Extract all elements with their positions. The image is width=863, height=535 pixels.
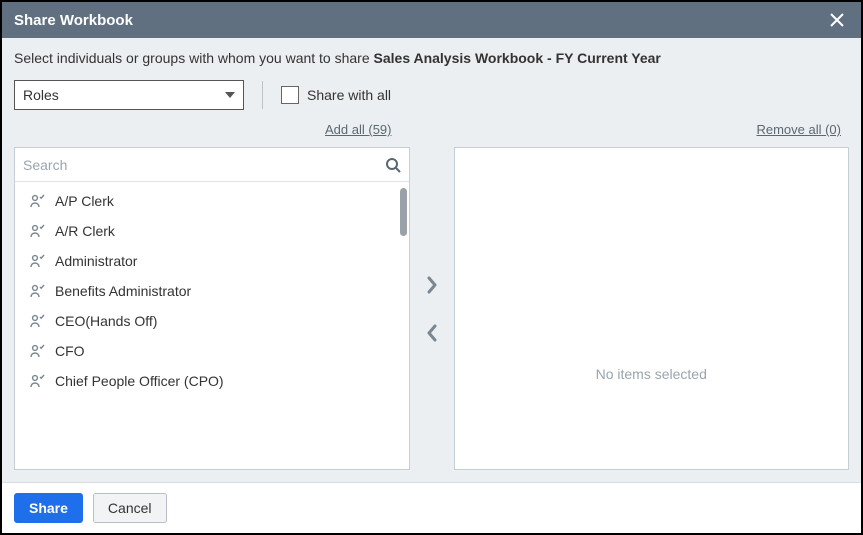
close-icon[interactable] (825, 8, 849, 32)
transfer-buttons (410, 147, 454, 470)
scrollbar-thumb[interactable] (400, 188, 407, 236)
share-with-all-label: Share with all (307, 87, 391, 103)
share-with-all-option: Share with all (281, 86, 391, 104)
dialog-body: Select individuals or groups with whom y… (2, 38, 861, 482)
chevron-down-icon (225, 92, 235, 98)
empty-selection-message: No items selected (455, 148, 849, 469)
vertical-divider (262, 81, 263, 109)
role-icon (29, 253, 45, 269)
titlebar: Share Workbook (2, 2, 861, 38)
role-icon (29, 343, 45, 359)
list-item[interactable]: Chief People Officer (CPO) (15, 366, 409, 396)
list-item-label: A/R Clerk (55, 223, 115, 239)
dialog-title: Share Workbook (14, 12, 133, 29)
dropdown-value: Roles (23, 87, 59, 103)
instruction-prefix: Select individuals or groups with whom y… (14, 50, 374, 66)
dialog-footer: Share Cancel (2, 482, 861, 533)
role-icon (29, 373, 45, 389)
list-item-label: CEO(Hands Off) (55, 313, 157, 329)
list-item[interactable]: Administrator (15, 246, 409, 276)
role-icon (29, 283, 45, 299)
move-left-button[interactable] (422, 323, 442, 343)
search-icon[interactable] (385, 157, 401, 173)
list-item-label: Benefits Administrator (55, 283, 191, 299)
add-all-link[interactable]: Add all (59) (14, 122, 432, 137)
instruction-text: Select individuals or groups with whom y… (14, 50, 849, 66)
share-workbook-dialog: Share Workbook Select individuals or gro… (0, 0, 863, 535)
search-input[interactable] (23, 157, 385, 173)
selected-panel: No items selected (454, 147, 850, 470)
available-list: A/P Clerk A/R Clerk Administrator Benefits … (15, 182, 409, 469)
list-item-label: Chief People Officer (CPO) (55, 373, 224, 389)
list-item[interactable]: A/P Clerk (15, 186, 409, 216)
role-icon (29, 193, 45, 209)
available-panel: A/P Clerk A/R Clerk Administrator Benefits … (14, 147, 410, 470)
move-right-button[interactable] (422, 275, 442, 295)
remove-all-link[interactable]: Remove all (0) (432, 122, 850, 137)
share-with-all-checkbox[interactable] (281, 86, 299, 104)
list-item-label: A/P Clerk (55, 193, 114, 209)
list-item[interactable]: CFO (15, 336, 409, 366)
list-item[interactable]: Benefits Administrator (15, 276, 409, 306)
share-button[interactable]: Share (14, 493, 83, 523)
workbook-name: Sales Analysis Workbook - FY Current Yea… (374, 50, 661, 66)
list-item[interactable]: A/R Clerk (15, 216, 409, 246)
cancel-button[interactable]: Cancel (93, 493, 167, 523)
role-icon (29, 313, 45, 329)
list-item[interactable]: CEO(Hands Off) (15, 306, 409, 336)
share-type-dropdown[interactable]: Roles (14, 80, 244, 110)
list-item-label: Administrator (55, 253, 137, 269)
role-icon (29, 223, 45, 239)
bulk-action-links: Add all (59) Remove all (0) (14, 122, 849, 137)
dual-list-container: A/P Clerk A/R Clerk Administrator Benefits … (14, 147, 849, 470)
list-item-label: CFO (55, 343, 85, 359)
share-scope-controls: Roles Share with all (14, 80, 849, 110)
search-box (15, 148, 409, 182)
